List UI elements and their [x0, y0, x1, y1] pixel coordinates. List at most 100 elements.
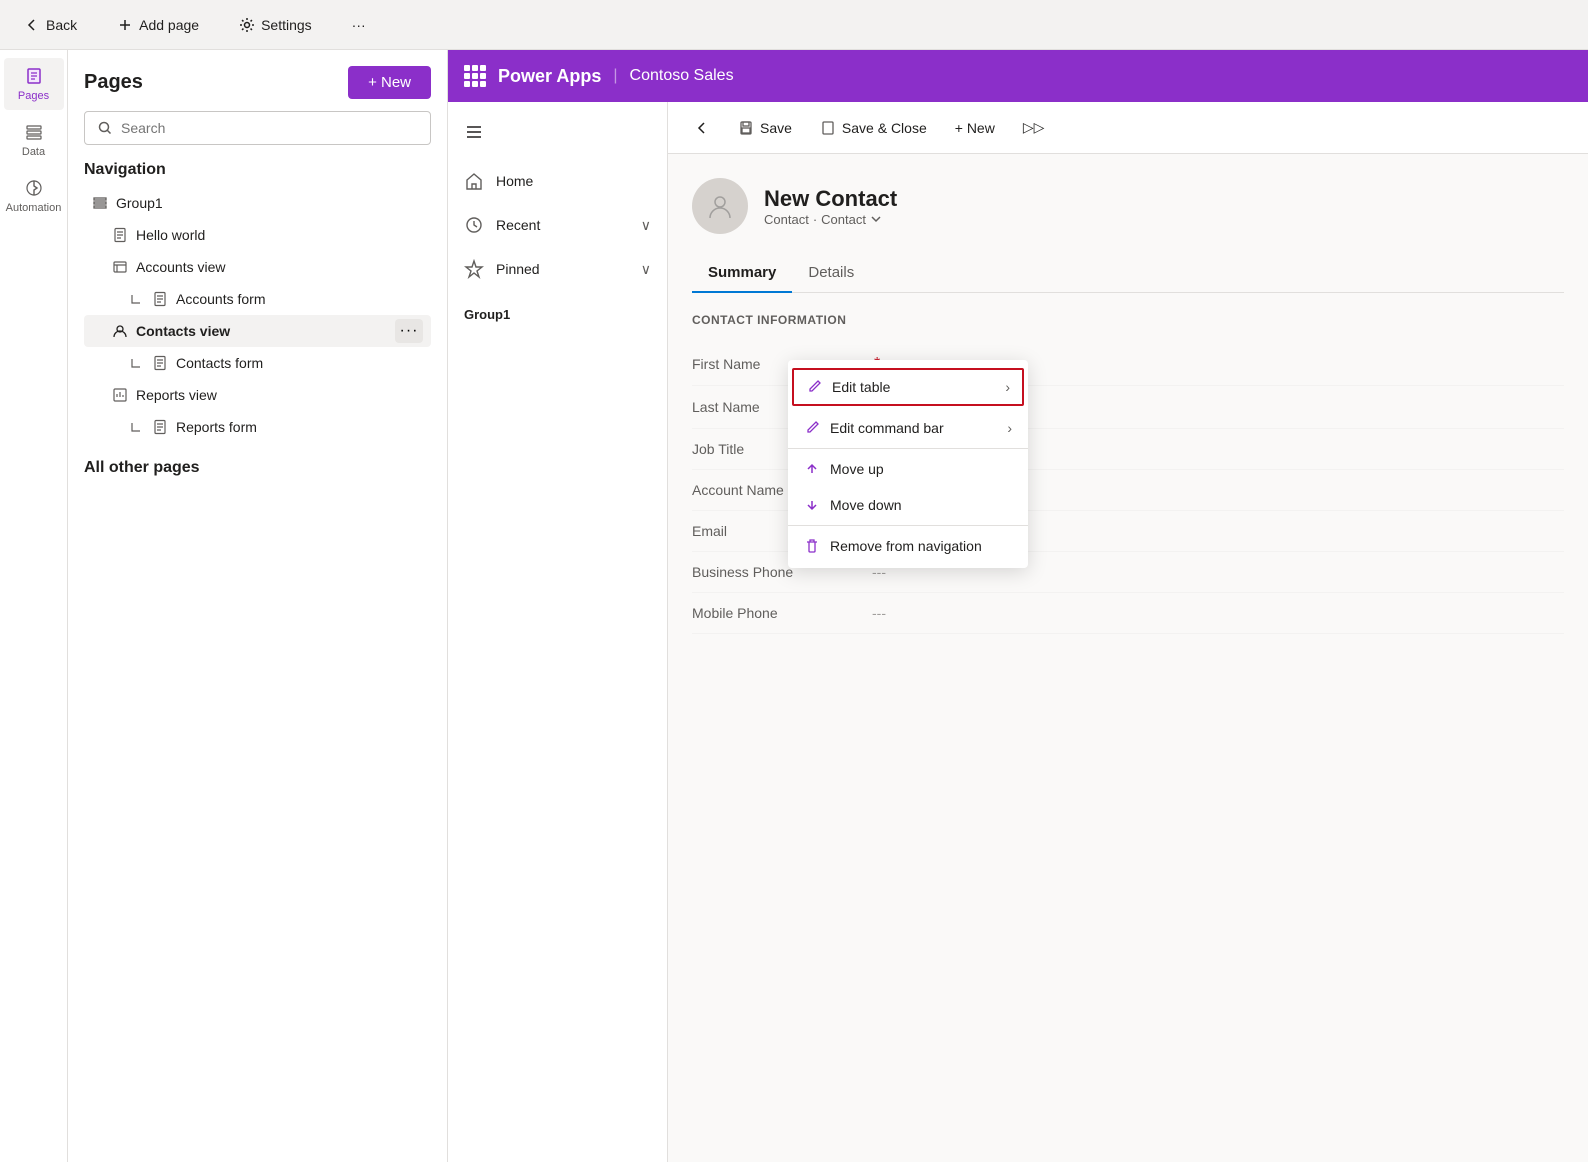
sidebar-item-data[interactable]: Data — [4, 114, 64, 166]
app-nav-group1-header: Group1 — [448, 291, 667, 330]
app-nav-recent-label: Recent — [496, 217, 540, 233]
save-close-icon — [820, 120, 836, 136]
pinned-chevron: ∨ — [641, 261, 651, 278]
data-label: Data — [22, 146, 45, 158]
back-label: Back — [46, 17, 77, 33]
form-tabs: Summary Details — [692, 254, 1564, 293]
pages-panel-header: Pages + New — [84, 66, 431, 99]
more-topbar-label: ··· — [352, 17, 366, 33]
powerapps-divider: | — [613, 67, 617, 85]
nav-item-accounts-view[interactable]: Accounts view — [84, 251, 431, 283]
contact-name: New Contact — [764, 186, 897, 212]
more-topbar-button[interactable]: ··· — [344, 13, 374, 37]
navigation-title: Navigation — [84, 161, 431, 179]
nav-item-contacts-view[interactable]: Contacts view ··· — [84, 315, 431, 347]
tab-details[interactable]: Details — [792, 254, 870, 293]
context-menu-edit-table[interactable]: Edit table › — [792, 368, 1024, 406]
search-box[interactable] — [84, 111, 431, 145]
data-icon — [24, 122, 44, 142]
move-up-icon — [804, 461, 820, 477]
add-page-button[interactable]: Add page — [109, 13, 207, 37]
context-menu: Edit table › Edit command bar › Move up — [788, 360, 1028, 568]
pages-panel: Pages + New Navigation Group1 — [68, 50, 448, 1162]
nav-item-accounts-form[interactable]: Accounts form — [84, 283, 431, 315]
sidebar-item-automation[interactable]: Automation — [4, 170, 64, 222]
nav-item-hello-world-label: Hello world — [136, 227, 205, 243]
powerapps-header: Power Apps | Contoso Sales — [448, 50, 1588, 102]
nav-item-reports-form-label: Reports form — [176, 419, 257, 435]
toolbar-back-button[interactable] — [684, 114, 720, 142]
nav-item-hello-world[interactable]: Hello world — [84, 219, 431, 251]
toolbar-more-label: ▷▷ — [1023, 119, 1045, 136]
contacts-view-more-button[interactable]: ··· — [395, 319, 423, 343]
automation-icon — [24, 178, 44, 198]
field-mobile-phone-value[interactable]: --- — [872, 605, 1564, 621]
form-icon — [152, 291, 168, 307]
nav-item-reports-form[interactable]: Reports form — [84, 411, 431, 443]
context-menu-move-down[interactable]: Move down — [788, 487, 1028, 523]
toolbar-back-icon — [694, 120, 710, 136]
nav-item-contacts-view-label: Contacts view — [136, 323, 230, 339]
contact-header: New Contact Contact · Contact — [692, 178, 1564, 234]
app-nav-home-label: Home — [496, 173, 533, 189]
settings-button[interactable]: Settings — [231, 13, 320, 37]
toolbar-more-button[interactable]: ▷▷ — [1013, 113, 1055, 142]
nav-item-reports-view-label: Reports view — [136, 387, 217, 403]
settings-label: Settings — [261, 17, 312, 33]
preview-area: Power Apps | Contoso Sales Home — [448, 50, 1588, 1162]
form-icon2 — [152, 355, 168, 371]
app-nav-pinned-label: Pinned — [496, 261, 540, 277]
powerapps-app-name: Power Apps — [498, 66, 601, 87]
plus-icon — [117, 17, 133, 33]
app-nav-recent[interactable]: Recent ∨ — [448, 203, 667, 247]
main-layout: Pages Data Automation Pages + New — [0, 50, 1588, 1162]
field-mobile-phone: Mobile Phone --- — [692, 593, 1564, 634]
sidebar-item-pages[interactable]: Pages — [4, 58, 64, 110]
icon-sidebar: Pages Data Automation — [0, 50, 68, 1162]
view-icon — [112, 259, 128, 275]
hamburger-button[interactable] — [448, 110, 667, 159]
top-bar: Back Add page Settings ··· — [0, 0, 1588, 50]
contact-info-section-header: CONTACT INFORMATION — [692, 313, 1564, 327]
app-preview: Home Recent ∨ Pinned ∨ — [448, 102, 1588, 1162]
form-icon3 — [152, 419, 168, 435]
tab-summary[interactable]: Summary — [692, 254, 792, 293]
hamburger-icon — [464, 122, 484, 142]
back-button[interactable]: Back — [16, 13, 85, 37]
recent-icon — [464, 215, 484, 235]
toolbar-save-close-button[interactable]: Save & Close — [810, 114, 937, 142]
pinned-icon — [464, 259, 484, 279]
toolbar-save-button[interactable]: Save — [728, 114, 802, 142]
toolbar-new-label: + New — [955, 120, 995, 136]
contact-type: Contact — [764, 212, 809, 227]
nav-item-contacts-form[interactable]: Contacts form — [84, 347, 431, 379]
context-menu-remove-label: Remove from navigation — [830, 538, 982, 554]
search-input[interactable] — [121, 120, 418, 136]
app-nav-pinned[interactable]: Pinned ∨ — [448, 247, 667, 291]
pages-title: Pages — [84, 71, 143, 94]
nav-item-group1-label: Group1 — [116, 195, 163, 211]
search-icon — [97, 120, 113, 136]
nav-item-accounts-view-label: Accounts view — [136, 259, 225, 275]
move-down-icon — [804, 497, 820, 513]
context-menu-move-up[interactable]: Move up — [788, 451, 1028, 487]
context-menu-move-down-label: Move down — [830, 497, 902, 513]
edit-table-arrow: › — [1005, 379, 1010, 395]
report-icon — [112, 387, 128, 403]
group-icon — [92, 195, 108, 211]
new-page-button[interactable]: + New — [348, 66, 431, 99]
back-icon — [24, 17, 40, 33]
context-menu-edit-command-bar-label: Edit command bar — [830, 420, 944, 436]
sub-arrow-icon3 — [128, 419, 144, 435]
form-area: Save Save & Close + New ▷▷ — [668, 102, 1588, 1162]
trash-icon — [804, 538, 820, 554]
nav-item-group1[interactable]: Group1 — [84, 187, 431, 219]
contact-dropdown-icon — [870, 213, 882, 225]
toolbar-new-button[interactable]: + New — [945, 114, 1005, 142]
edit-table-icon — [806, 379, 822, 395]
context-menu-remove-from-navigation[interactable]: Remove from navigation — [788, 528, 1028, 564]
context-menu-edit-command-bar[interactable]: Edit command bar › — [788, 410, 1028, 446]
nav-item-reports-view[interactable]: Reports view — [84, 379, 431, 411]
pages-icon — [24, 66, 44, 86]
app-nav-home[interactable]: Home — [448, 159, 667, 203]
